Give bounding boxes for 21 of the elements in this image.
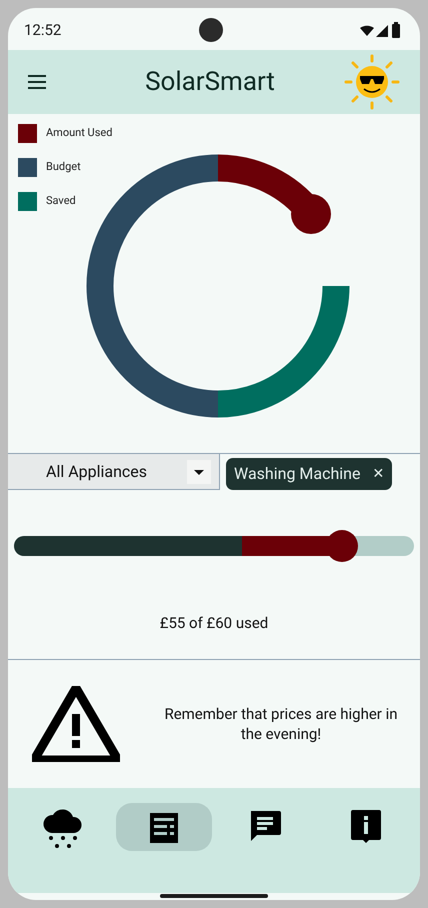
nav-tab[interactable]	[116, 802, 212, 850]
warning-icon	[32, 686, 120, 762]
app-title: SolarSmart	[145, 66, 275, 98]
status-time: 12:52	[24, 20, 62, 41]
alert-text: Remember that prices are higher in the evening!	[163, 704, 399, 744]
legend-label: Amount Used	[46, 125, 112, 142]
legend-label: Budget	[46, 159, 81, 176]
chip-label: Washing Machine	[234, 463, 360, 485]
menu-icon[interactable]	[28, 75, 46, 89]
dropdown-caret-icon	[187, 460, 211, 484]
budget-slider[interactable]	[14, 530, 414, 562]
appliance-dropdown[interactable]: All Appliances	[8, 454, 220, 490]
chip-close-icon[interactable]: ✕	[372, 464, 384, 484]
appliance-chip[interactable]: Washing Machine ✕	[226, 458, 392, 490]
camera-hole	[198, 18, 223, 42]
usage-text: £55 of £60 used	[160, 613, 268, 634]
info-icon	[350, 810, 380, 844]
sun-with-sunglasses-icon	[344, 54, 400, 110]
legend-label: Saved	[46, 193, 76, 210]
receipt-icon	[150, 810, 178, 842]
chat-icon	[248, 810, 280, 842]
